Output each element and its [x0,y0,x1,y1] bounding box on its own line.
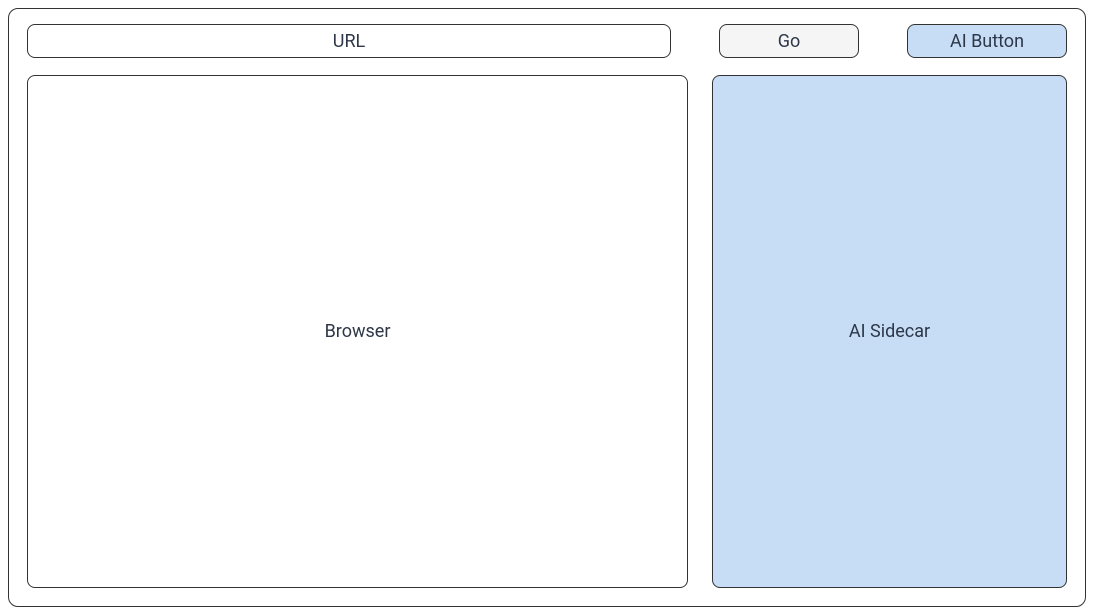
browser-pane-label: Browser [325,321,391,342]
window-frame: URL Go AI Button Browser AI Sidecar [8,8,1086,607]
top-bar: URL Go AI Button [27,23,1067,59]
url-placeholder-text: URL [333,31,365,52]
ai-button-label: AI Button [950,31,1024,52]
ai-sidecar-pane: AI Sidecar [712,75,1067,588]
main-area: Browser AI Sidecar [27,75,1067,588]
url-input[interactable]: URL [27,24,671,58]
ai-button[interactable]: AI Button [907,24,1067,58]
ai-sidecar-label: AI Sidecar [849,321,930,342]
browser-pane: Browser [27,75,688,588]
go-button[interactable]: Go [719,24,859,58]
go-button-label: Go [778,31,801,52]
